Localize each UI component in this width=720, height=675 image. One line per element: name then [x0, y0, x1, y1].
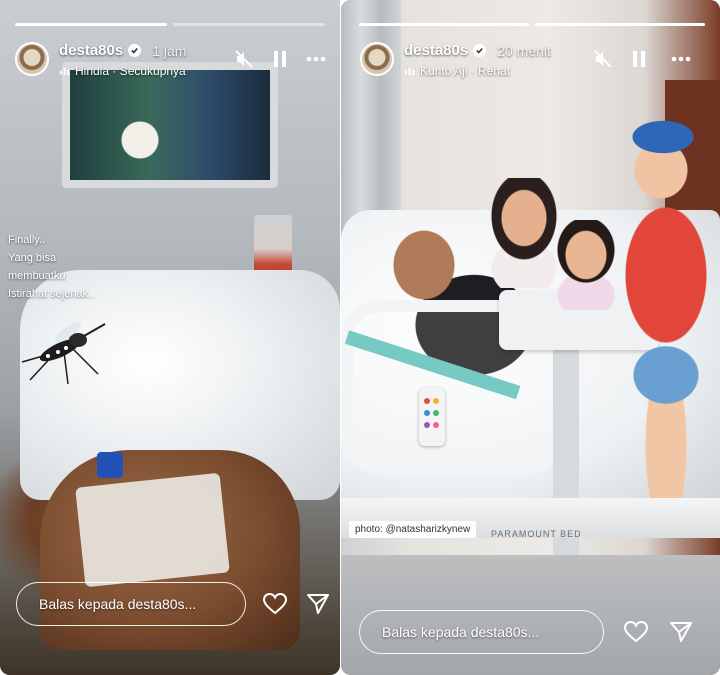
share-button[interactable] — [668, 619, 694, 645]
avatar[interactable] — [15, 42, 49, 76]
bed-brand-label: PARAMOUNT BED — [491, 529, 582, 539]
send-icon — [307, 594, 329, 614]
progress-segment — [535, 23, 705, 26]
more-icon — [671, 56, 691, 62]
progress-segment — [15, 23, 167, 26]
story-photo-left — [0, 0, 340, 675]
music-note-icon — [59, 67, 70, 75]
music-label: Kunto Aji · Rehat — [420, 64, 511, 78]
music-info[interactable]: Kunto Aji · Rehat — [404, 64, 510, 78]
caption-line: Yang bisa — [8, 252, 57, 264]
music-info[interactable]: Hindia · Secukupnya — [59, 64, 186, 78]
mute-icon — [235, 50, 253, 68]
reply-input[interactable]: Balas kepada desta80s... — [359, 610, 604, 654]
mosquito-sticker-icon — [21, 321, 106, 385]
like-button[interactable] — [262, 591, 288, 617]
story-caption: Finally.. Yang bisa membuatku Istirahat … — [8, 231, 94, 303]
pause-button[interactable] — [628, 48, 650, 70]
share-button[interactable] — [305, 591, 331, 617]
story-header-left: desta80s 1 jam Hindia · Secukupnya — [15, 42, 327, 82]
verified-badge-icon — [473, 44, 487, 57]
story-photo-right: PARAMOUNT BED — [341, 0, 720, 675]
more-button[interactable] — [305, 48, 327, 70]
iv-tape-in-photo — [75, 472, 230, 588]
music-label: Hindia · Secukupnya — [75, 64, 186, 78]
caption-line: Finally.. — [8, 234, 46, 246]
iv-cannula-in-photo — [97, 452, 123, 478]
pause-icon — [274, 51, 286, 67]
username-row[interactable]: desta80s 20 menit — [404, 42, 551, 59]
more-button[interactable] — [670, 48, 692, 70]
mute-button[interactable] — [233, 48, 255, 70]
bed-remote-in-photo — [419, 388, 445, 446]
story-right[interactable]: PARAMOUNT BED desta80s 20 menit Kunto Aj… — [341, 0, 720, 675]
reply-placeholder: Balas kepada desta80s... — [382, 624, 540, 640]
child-in-photo — [611, 115, 720, 515]
send-icon — [670, 622, 692, 642]
username[interactable]: desta80s — [404, 42, 468, 59]
story-time: 20 menit — [497, 42, 551, 59]
music-note-icon — [404, 67, 415, 75]
username[interactable]: desta80s — [59, 42, 123, 59]
pause-button[interactable] — [269, 48, 291, 70]
pause-icon — [633, 51, 645, 67]
caption-line: Istirahat sejenak.. — [8, 288, 95, 300]
story-progress-left — [15, 23, 325, 26]
progress-segment — [359, 23, 529, 26]
story-header-right: desta80s 20 menit Kunto Aji · Rehat — [360, 42, 701, 82]
story-progress-right — [359, 23, 705, 26]
like-button[interactable] — [623, 619, 649, 645]
mute-button[interactable] — [592, 48, 614, 70]
mute-icon — [594, 50, 612, 68]
reply-placeholder: Balas kepada desta80s... — [39, 596, 197, 612]
heart-icon — [263, 593, 287, 615]
heart-icon — [624, 621, 648, 643]
more-icon — [306, 56, 326, 62]
progress-segment — [173, 23, 325, 26]
avatar[interactable] — [360, 42, 394, 76]
story-time: 1 jam — [152, 42, 187, 59]
username-row[interactable]: desta80s 1 jam — [59, 42, 186, 59]
reply-input[interactable]: Balas kepada desta80s... — [16, 582, 246, 626]
photo-credit: photo: @natasharizkynew — [349, 521, 477, 538]
child-in-photo — [489, 178, 559, 288]
caption-line: membuatku — [8, 270, 66, 282]
story-left[interactable]: desta80s 1 jam Hindia · Secukupnya Final… — [0, 0, 340, 675]
verified-badge-icon — [128, 44, 142, 57]
